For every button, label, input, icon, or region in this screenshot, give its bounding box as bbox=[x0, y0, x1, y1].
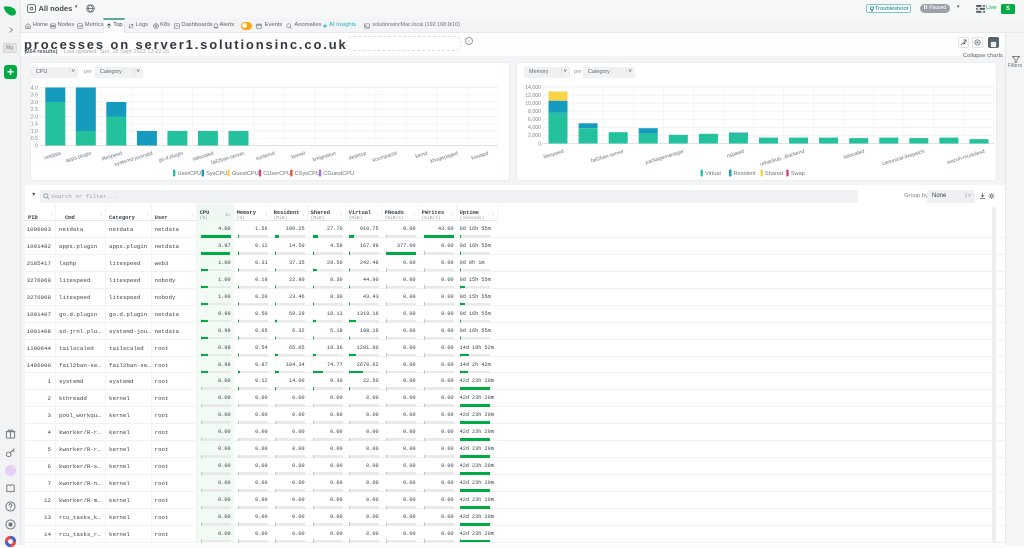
svg-text:CUserCPU: CUserCPU bbox=[263, 171, 291, 177]
svg-text:Swap: Swap bbox=[791, 171, 805, 177]
svg-text:4,000: 4,000 bbox=[528, 125, 541, 131]
svg-text:systemd: systemd bbox=[255, 151, 275, 162]
svg-text:2,000: 2,000 bbox=[528, 133, 541, 139]
svg-text:kcompactd: kcompactd bbox=[372, 151, 398, 164]
svg-text:tailscaled: tailscaled bbox=[843, 149, 866, 161]
svg-text:urbackup...Backend: urbackup...Backend bbox=[760, 149, 806, 168]
svg-text:8,000: 8,000 bbox=[528, 109, 541, 115]
svg-text:UserCPU: UserCPU bbox=[178, 171, 202, 177]
svg-text:2.5: 2.5 bbox=[31, 107, 38, 113]
svg-text:4.0: 4.0 bbox=[31, 85, 38, 91]
svg-text:0: 0 bbox=[538, 141, 541, 147]
svg-text:6,000: 6,000 bbox=[528, 117, 541, 123]
svg-text:14,000: 14,000 bbox=[525, 85, 541, 91]
svg-text:Virtual: Virtual bbox=[705, 171, 721, 177]
svg-text:canonical-livepatch: canonical-livepatch bbox=[881, 149, 925, 168]
svg-text:netdata: netdata bbox=[44, 151, 62, 162]
svg-text:10,000: 10,000 bbox=[525, 101, 541, 107]
svg-text:3.0: 3.0 bbox=[31, 100, 38, 106]
svg-text:kswapd: kswapd bbox=[471, 151, 490, 162]
svg-text:SysCPU: SysCPU bbox=[206, 171, 227, 177]
svg-text:litespeed: litespeed bbox=[543, 149, 565, 161]
svg-text:12,000: 12,000 bbox=[525, 93, 541, 99]
svg-text:wazuh-modulesd: wazuh-modulesd bbox=[946, 149, 985, 166]
svg-text:CGuestCPU: CGuestCPU bbox=[323, 171, 354, 177]
svg-text:kmigration: kmigration bbox=[312, 151, 337, 164]
svg-text:khugepaged: khugepaged bbox=[430, 151, 459, 165]
svg-text:kernel: kernel bbox=[291, 151, 306, 161]
svg-text:Resident: Resident bbox=[734, 171, 757, 177]
svg-text:0.5: 0.5 bbox=[31, 136, 38, 142]
svg-text:fail2ban-server: fail2ban-server bbox=[590, 149, 625, 165]
svg-text:1.0: 1.0 bbox=[31, 129, 38, 135]
svg-text:Shared: Shared bbox=[765, 171, 783, 177]
svg-text:0: 0 bbox=[35, 143, 38, 149]
svg-text:desktop: desktop bbox=[348, 151, 367, 162]
svg-text:go.d.plugin: go.d.plugin bbox=[158, 151, 184, 164]
svg-text:fail2ban-server: fail2ban-server bbox=[211, 151, 246, 167]
svg-text:1.5: 1.5 bbox=[31, 122, 38, 128]
svg-text:ksmd: ksmd bbox=[415, 151, 429, 160]
svg-text:GuestCPU: GuestCPU bbox=[232, 171, 259, 177]
svg-text:nspawd: nspawd bbox=[726, 149, 745, 160]
svg-text:apps.plugin: apps.plugin bbox=[65, 151, 92, 165]
svg-text:CSysCPU: CSysCPU bbox=[295, 171, 320, 177]
svg-text:3.5: 3.5 bbox=[31, 93, 38, 99]
svg-text:2.0: 2.0 bbox=[31, 114, 38, 120]
svg-text:packagemanager: packagemanager bbox=[645, 149, 685, 167]
